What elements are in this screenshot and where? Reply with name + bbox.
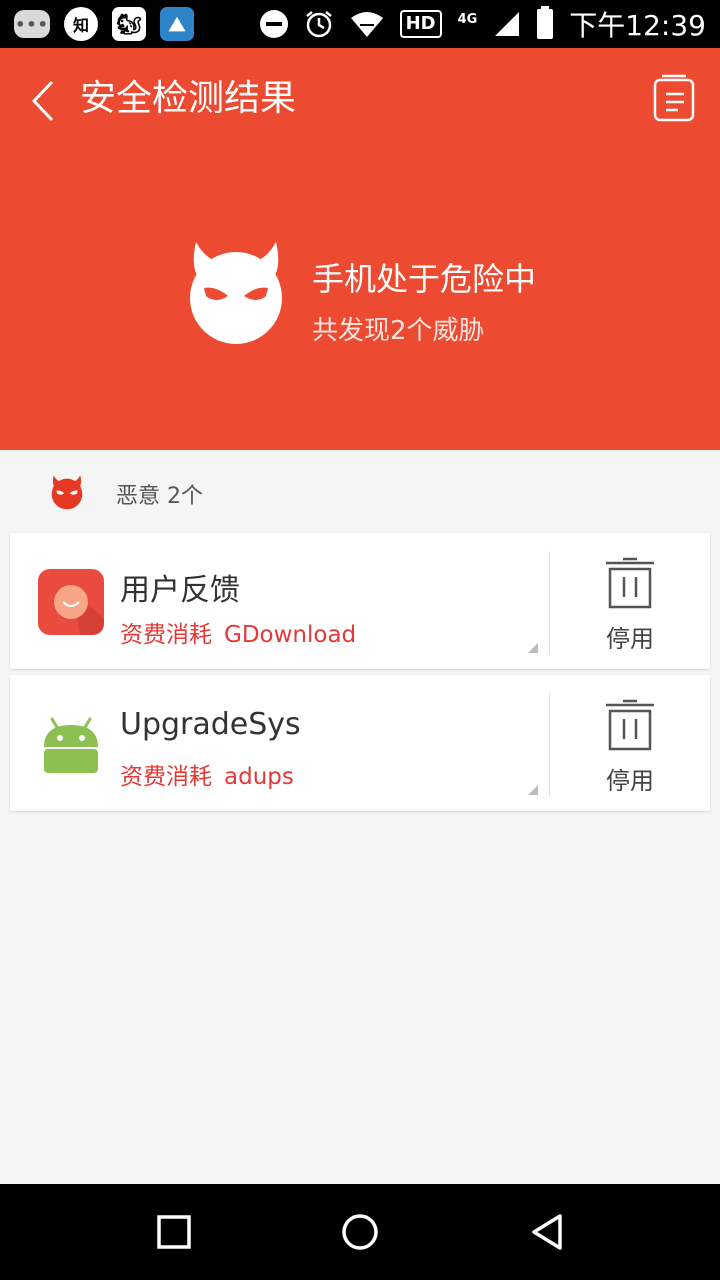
bird-icon: ⛰ [160, 7, 194, 41]
disable-button[interactable]: 停用 [550, 675, 710, 811]
toolbar: 安全检测结果 [0, 48, 720, 152]
home-button[interactable] [340, 1212, 380, 1252]
threat-app-card[interactable]: UpgradeSys 资费消耗 adups 停用 [10, 675, 710, 811]
disable-label: 停用 [606, 625, 654, 653]
threat-tag: 资费消耗 [120, 764, 212, 790]
threat-app-card[interactable]: 用户反馈 资费消耗 GDownload 停用 [10, 533, 710, 669]
back-nav-button[interactable] [528, 1212, 568, 1252]
battery-icon [537, 6, 554, 39]
expand-corner-icon [528, 643, 538, 653]
squirrel-icon: 🐿 [112, 7, 146, 41]
threat-source: GDownload [224, 622, 357, 648]
zhihu-icon: 知 [64, 7, 98, 41]
chevron-left-icon [31, 80, 54, 122]
disable-button[interactable]: 停用 [550, 533, 710, 669]
navigation-bar [0, 1184, 720, 1280]
app-name: 用户反馈 [120, 573, 240, 608]
android-app-icon [44, 717, 98, 773]
page-title: 安全检测结果 [80, 78, 297, 119]
devil-icon [190, 242, 282, 344]
trash-icon [606, 699, 654, 751]
message-icon: ••• [14, 10, 50, 38]
clock: 下午12:39 [569, 9, 706, 42]
threat-meta: 资费消耗 GDownload [120, 615, 356, 649]
status-bar: ••• 知 🐿 ⛰ HD 4G 下午12:39 [0, 0, 720, 48]
signal-icon [495, 12, 520, 36]
wifi-icon [350, 12, 383, 37]
devil-icon [51, 475, 83, 510]
hd-badge: HD [399, 10, 442, 38]
orange-face-app-icon [38, 569, 104, 635]
do-not-disturb-icon [259, 10, 288, 38]
malicious-section-header: 恶意 2个 [0, 450, 720, 532]
threat-tag: 资费消耗 [120, 622, 212, 648]
threat-status-title: 手机处于危险中 [312, 260, 537, 298]
alarm-icon [305, 11, 332, 38]
threat-count-text: 共发现2个威胁 [312, 316, 485, 346]
back-button[interactable] [26, 78, 66, 124]
trash-icon [606, 557, 654, 609]
section-label: 恶意 2个 [116, 484, 203, 509]
threat-meta: 资费消耗 adups [120, 757, 294, 791]
threat-source: adups [224, 764, 294, 790]
report-button[interactable] [652, 74, 696, 124]
disable-label: 停用 [606, 767, 654, 795]
expand-corner-icon [528, 785, 538, 795]
network-type: 4G [457, 12, 478, 27]
app-name: UpgradeSys [120, 707, 301, 742]
recents-button[interactable] [154, 1212, 194, 1252]
result-header: 安全检测结果 手机处于危险中 共发现2个威胁 [0, 48, 720, 450]
document-icon [653, 74, 695, 122]
